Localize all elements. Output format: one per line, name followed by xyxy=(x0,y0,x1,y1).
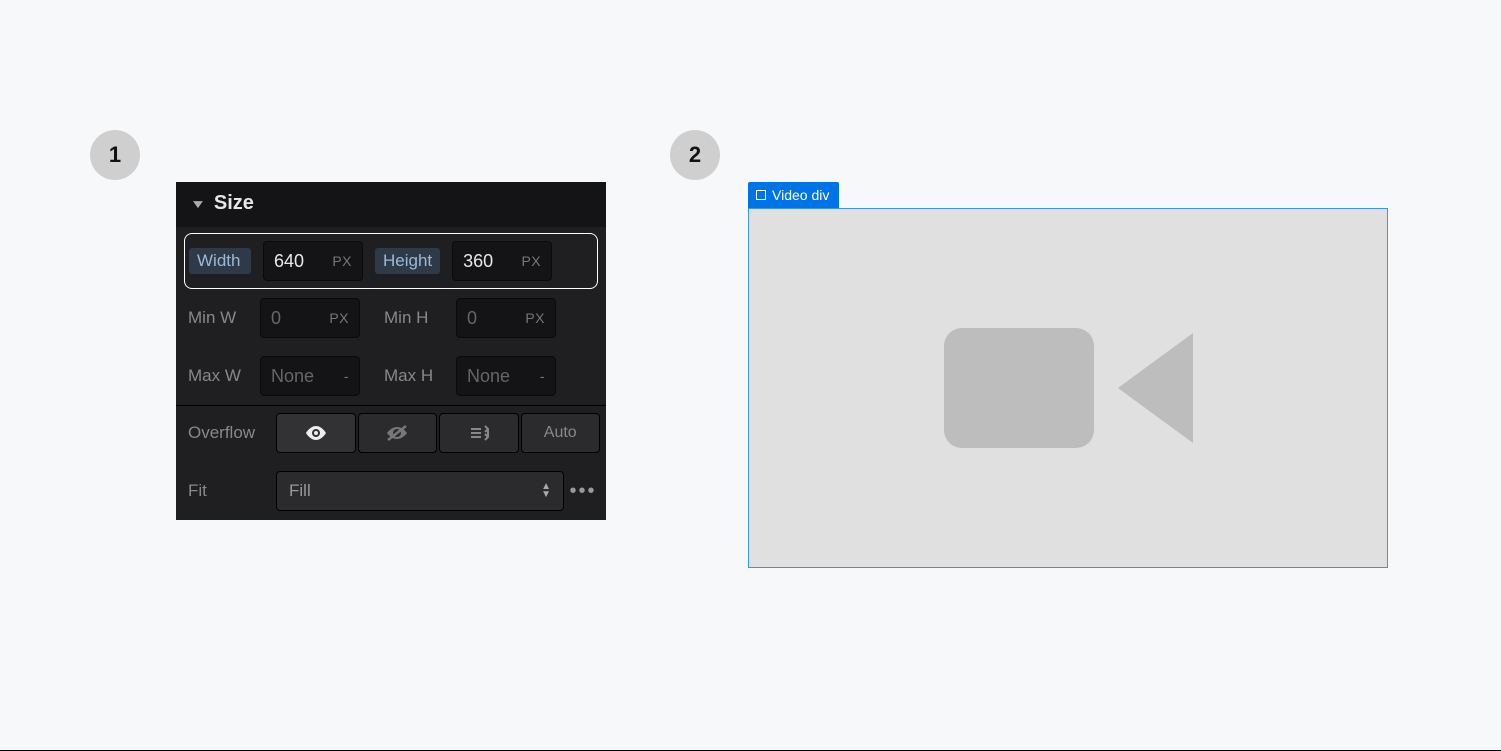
overflow-auto-button[interactable]: Auto xyxy=(521,413,601,453)
caret-down-icon: ▼ xyxy=(190,197,207,211)
maxh-label[interactable]: Max H xyxy=(378,366,454,386)
step-badge-1: 1 xyxy=(90,130,140,180)
minh-unit[interactable]: PX xyxy=(525,310,545,326)
width-unit[interactable]: PX xyxy=(332,253,352,269)
minw-label[interactable]: Min W xyxy=(182,308,258,328)
minh-input[interactable]: 0 PX xyxy=(456,298,556,338)
minw-input[interactable]: 0 PX xyxy=(260,298,360,338)
minw-value: 0 xyxy=(271,308,281,329)
fit-select[interactable]: Fill ▲▼ xyxy=(276,471,564,511)
maxw-value: None xyxy=(271,366,314,387)
maxh-input[interactable]: None - xyxy=(456,356,556,396)
select-arrows-icon: ▲▼ xyxy=(541,483,551,499)
video-placeholder-icon xyxy=(944,328,1193,448)
overflow-hidden-button[interactable] xyxy=(358,413,438,453)
width-height-highlight: Width 640 PX Height 360 PX xyxy=(184,233,598,289)
video-div-element[interactable] xyxy=(748,208,1388,568)
div-block-icon xyxy=(756,190,766,200)
more-horizontal-icon: ••• xyxy=(569,480,596,503)
overflow-scroll-button[interactable] xyxy=(439,413,519,453)
overflow-visible-button[interactable] xyxy=(276,413,356,453)
element-selection-label: Video div xyxy=(772,187,829,203)
maxw-input[interactable]: None - xyxy=(260,356,360,396)
maxw-unit[interactable]: - xyxy=(344,368,349,384)
canvas-area: Video div xyxy=(748,182,1388,566)
height-label[interactable]: Height xyxy=(375,248,440,274)
fit-value: Fill xyxy=(289,481,311,501)
maxh-value: None xyxy=(467,366,510,387)
maxh-unit[interactable]: - xyxy=(540,368,545,384)
overflow-auto-label: Auto xyxy=(544,424,577,442)
height-unit[interactable]: PX xyxy=(521,253,541,269)
minw-unit[interactable]: PX xyxy=(329,310,349,326)
fit-more-button[interactable]: ••• xyxy=(566,480,600,503)
element-selection-tag[interactable]: Video div xyxy=(748,182,839,208)
size-panel-title: Size xyxy=(214,192,254,215)
height-value: 360 xyxy=(463,251,493,272)
overflow-label: Overflow xyxy=(182,423,274,443)
eye-off-icon xyxy=(386,425,408,441)
step-badge-2: 2 xyxy=(670,130,720,180)
maxw-label[interactable]: Max W xyxy=(182,366,258,386)
width-input[interactable]: 640 PX xyxy=(263,241,363,281)
size-panel: ▼ Size Width 640 PX Height 360 PX xyxy=(176,182,606,520)
size-panel-header[interactable]: ▼ Size xyxy=(176,182,606,227)
fit-label: Fit xyxy=(182,481,274,501)
minh-label[interactable]: Min H xyxy=(378,308,454,328)
scroll-icon xyxy=(469,423,489,443)
width-label[interactable]: Width xyxy=(189,248,251,274)
eye-icon xyxy=(305,426,327,440)
width-value: 640 xyxy=(274,251,304,272)
height-input[interactable]: 360 PX xyxy=(452,241,552,281)
minh-value: 0 xyxy=(467,308,477,329)
